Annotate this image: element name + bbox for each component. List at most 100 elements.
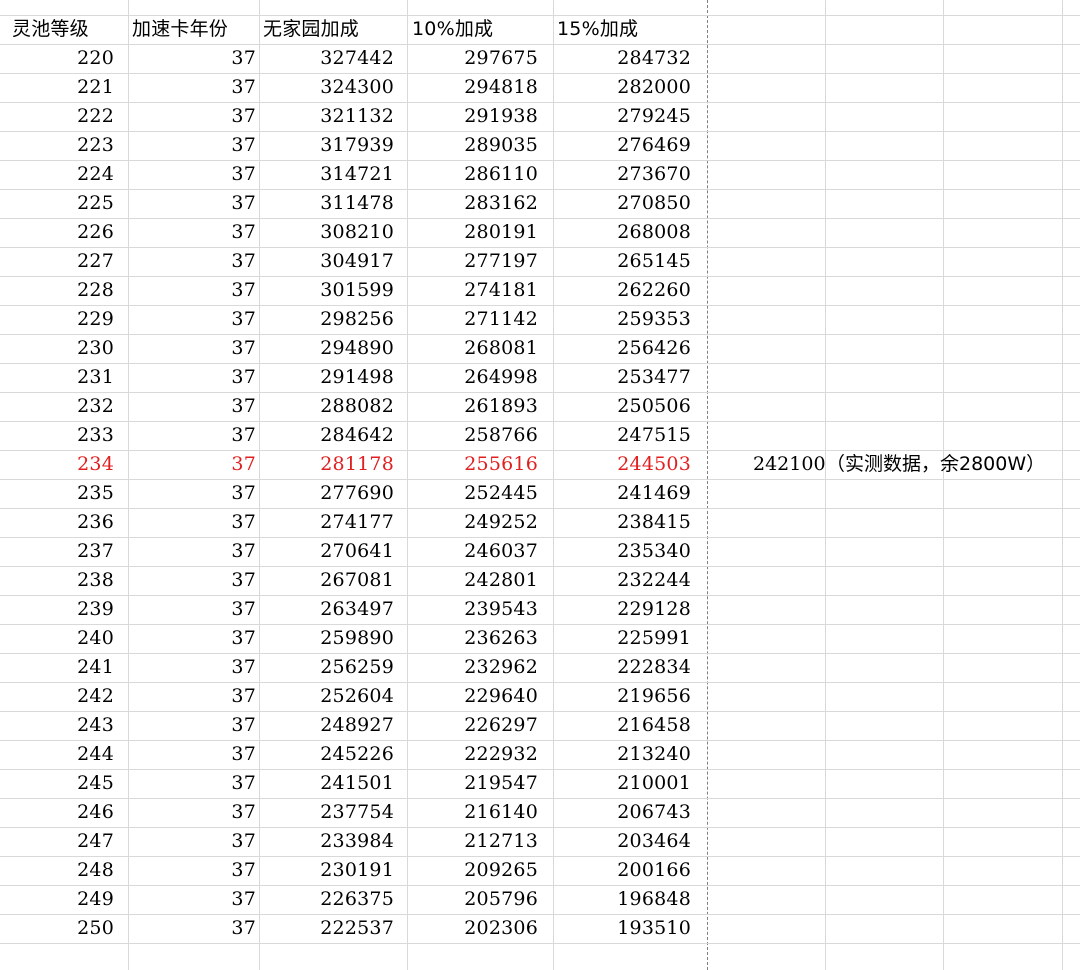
table-cell[interactable]: 244503 xyxy=(571,450,691,479)
table-cell[interactable]: 222932 xyxy=(418,740,538,769)
table-cell[interactable]: 268008 xyxy=(571,218,691,247)
table-cell[interactable]: 279245 xyxy=(571,102,691,131)
table-cell[interactable]: 291498 xyxy=(274,363,394,392)
table-cell[interactable]: 37 xyxy=(136,479,256,508)
table-cell[interactable]: 277690 xyxy=(274,479,394,508)
table-cell[interactable]: 247 xyxy=(0,827,114,856)
table-cell[interactable]: 248 xyxy=(0,856,114,885)
table-cell[interactable]: 222 xyxy=(0,102,114,131)
table-cell[interactable]: 233984 xyxy=(274,827,394,856)
table-cell[interactable]: 250 xyxy=(0,914,114,943)
table-cell[interactable]: 219547 xyxy=(418,769,538,798)
table-cell[interactable]: 230191 xyxy=(274,856,394,885)
table-cell[interactable]: 256259 xyxy=(274,653,394,682)
table-cell[interactable]: 239543 xyxy=(418,595,538,624)
table-cell[interactable]: 37 xyxy=(136,537,256,566)
table-cell[interactable]: 220 xyxy=(0,44,114,73)
note-value[interactable]: 242100 xyxy=(753,450,826,479)
column-header[interactable]: 加速卡年份 xyxy=(120,15,260,44)
table-cell[interactable]: 236263 xyxy=(418,624,538,653)
table-cell[interactable]: 282000 xyxy=(571,73,691,102)
table-cell[interactable]: 283162 xyxy=(418,189,538,218)
table-cell[interactable]: 243 xyxy=(0,711,114,740)
table-cell[interactable]: 242 xyxy=(0,682,114,711)
table-cell[interactable]: 280191 xyxy=(418,218,538,247)
table-cell[interactable]: 209265 xyxy=(418,856,538,885)
table-cell[interactable]: 253477 xyxy=(571,363,691,392)
table-cell[interactable]: 37 xyxy=(136,653,256,682)
table-cell[interactable]: 216458 xyxy=(571,711,691,740)
table-cell[interactable]: 230 xyxy=(0,334,114,363)
table-cell[interactable]: 205796 xyxy=(418,885,538,914)
table-cell[interactable]: 259890 xyxy=(274,624,394,653)
table-cell[interactable]: 288082 xyxy=(274,392,394,421)
table-cell[interactable]: 241469 xyxy=(571,479,691,508)
table-cell[interactable]: 221 xyxy=(0,73,114,102)
column-header[interactable]: 灵池等级 xyxy=(0,15,130,44)
table-cell[interactable]: 37 xyxy=(136,682,256,711)
table-cell[interactable]: 268081 xyxy=(418,334,538,363)
table-cell[interactable]: 286110 xyxy=(418,160,538,189)
table-cell[interactable]: 206743 xyxy=(571,798,691,827)
table-cell[interactable]: 37 xyxy=(136,392,256,421)
table-cell[interactable]: 261893 xyxy=(418,392,538,421)
table-cell[interactable]: 304917 xyxy=(274,247,394,276)
table-cell[interactable]: 274181 xyxy=(418,276,538,305)
table-cell[interactable]: 252445 xyxy=(418,479,538,508)
table-cell[interactable]: 232244 xyxy=(571,566,691,595)
table-cell[interactable]: 37 xyxy=(136,508,256,537)
spreadsheet[interactable]: 灵池等级 加速卡年份 无家园加成 10%加成 15%加成 220 37 327442 2976… xyxy=(0,0,1080,970)
table-cell[interactable]: 37 xyxy=(136,711,256,740)
table-cell[interactable]: 37 xyxy=(136,189,256,218)
table-cell[interactable]: 236 xyxy=(0,508,114,537)
table-cell[interactable]: 248927 xyxy=(274,711,394,740)
table-cell[interactable]: 270641 xyxy=(274,537,394,566)
table-cell[interactable]: 239 xyxy=(0,595,114,624)
table-cell[interactable]: 274177 xyxy=(274,508,394,537)
table-cell[interactable]: 238415 xyxy=(571,508,691,537)
table-cell[interactable]: 227 xyxy=(0,247,114,276)
table-cell[interactable]: 37 xyxy=(136,769,256,798)
table-cell[interactable]: 241501 xyxy=(274,769,394,798)
table-cell[interactable]: 37 xyxy=(136,247,256,276)
table-cell[interactable]: 242801 xyxy=(418,566,538,595)
table-cell[interactable]: 37 xyxy=(136,44,256,73)
table-cell[interactable]: 258766 xyxy=(418,421,538,450)
table-cell[interactable]: 273670 xyxy=(571,160,691,189)
table-cell[interactable]: 249252 xyxy=(418,508,538,537)
table-cell[interactable]: 37 xyxy=(136,218,256,247)
table-cell[interactable]: 224 xyxy=(0,160,114,189)
table-cell[interactable]: 265145 xyxy=(571,247,691,276)
table-cell[interactable]: 256426 xyxy=(571,334,691,363)
table-cell[interactable]: 226 xyxy=(0,218,114,247)
table-cell[interactable]: 277197 xyxy=(418,247,538,276)
table-cell[interactable]: 37 xyxy=(136,276,256,305)
table-cell[interactable]: 246037 xyxy=(418,537,538,566)
table-cell[interactable]: 228 xyxy=(0,276,114,305)
table-cell[interactable]: 37 xyxy=(136,160,256,189)
table-cell[interactable]: 255616 xyxy=(418,450,538,479)
table-cell[interactable]: 200166 xyxy=(571,856,691,885)
table-cell[interactable]: 225991 xyxy=(571,624,691,653)
table-cell[interactable]: 262260 xyxy=(571,276,691,305)
table-cell[interactable]: 240 xyxy=(0,624,114,653)
table-cell[interactable]: 219656 xyxy=(571,682,691,711)
table-cell[interactable]: 270850 xyxy=(571,189,691,218)
table-cell[interactable]: 252604 xyxy=(274,682,394,711)
table-cell[interactable]: 298256 xyxy=(274,305,394,334)
table-cell[interactable]: 196848 xyxy=(571,885,691,914)
table-cell[interactable]: 297675 xyxy=(418,44,538,73)
table-cell[interactable]: 37 xyxy=(136,566,256,595)
table-cell[interactable]: 321132 xyxy=(274,102,394,131)
column-header[interactable]: 15%加成 xyxy=(545,15,705,44)
table-cell[interactable]: 225 xyxy=(0,189,114,218)
table-cell[interactable]: 232 xyxy=(0,392,114,421)
table-cell[interactable]: 237754 xyxy=(274,798,394,827)
table-cell[interactable]: 202306 xyxy=(418,914,538,943)
table-cell[interactable]: 229 xyxy=(0,305,114,334)
table-cell[interactable]: 37 xyxy=(136,334,256,363)
table-cell[interactable]: 250506 xyxy=(571,392,691,421)
table-cell[interactable]: 226297 xyxy=(418,711,538,740)
table-cell[interactable]: 37 xyxy=(136,856,256,885)
table-cell[interactable]: 37 xyxy=(136,450,256,479)
